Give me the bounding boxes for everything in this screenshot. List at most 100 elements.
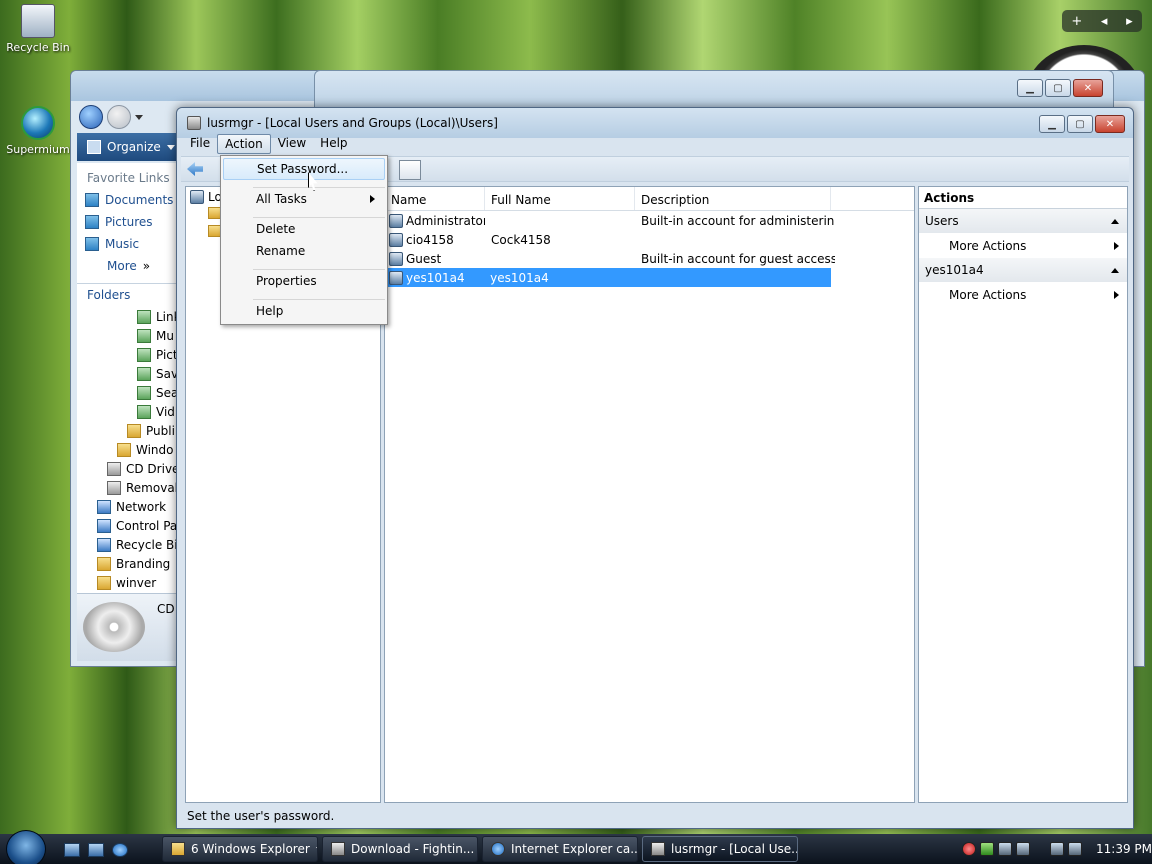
cd-drive-icon (83, 602, 145, 652)
favorite-more[interactable]: More» (77, 255, 179, 277)
page-icon (137, 309, 151, 324)
user-full-name: Cock4158 (491, 232, 551, 247)
column-name[interactable]: Name (385, 187, 485, 210)
folder-icon (127, 423, 141, 438)
details-title: CD (157, 602, 175, 616)
desktop-icon-recycle-bin[interactable]: Recycle Bin (2, 4, 74, 54)
favorite-documents[interactable]: Documents (77, 189, 179, 211)
taskbar-button-download[interactable]: Download - Fightin... (322, 836, 478, 862)
volume-muted-icon[interactable] (1068, 842, 1082, 856)
tray-app-icon[interactable] (1016, 842, 1030, 856)
favorite-pictures[interactable]: Pictures (77, 211, 179, 233)
menu-file[interactable]: File (183, 134, 217, 154)
maximize-button[interactable]: ▢ (1067, 115, 1093, 133)
user-row[interactable]: Guest Built-in account for guest access t… (385, 249, 914, 268)
pictures-icon (85, 215, 99, 229)
actions-group-users[interactable]: Users (919, 209, 1127, 233)
security-alert-icon[interactable] (962, 842, 976, 856)
tree-item[interactable]: Vid (77, 402, 179, 421)
defender-icon[interactable] (980, 842, 994, 856)
menu-help[interactable]: Help (313, 134, 354, 154)
maximize-button[interactable]: ▢ (1045, 79, 1071, 97)
user-row[interactable]: yes101a4 yes101a4 (385, 268, 831, 287)
tree-item-label: Mu (156, 328, 174, 343)
tree-item-label: Branding (116, 556, 171, 571)
menu-item-properties[interactable]: Properties (223, 270, 385, 292)
actions-group-selected-user[interactable]: yes101a4 (919, 258, 1127, 282)
desktop-icon-supermium[interactable]: Supermium (2, 106, 74, 156)
computer-management-icon (651, 842, 665, 856)
window-title: lusrmgr - [Local Users and Groups (Local… (207, 116, 498, 130)
taskbar-button-windows-explorer[interactable]: 6 Windows Explorer (162, 836, 318, 862)
menu-item-help[interactable]: Help (223, 300, 385, 322)
menu-item-all-tasks[interactable]: All Tasks (223, 188, 385, 210)
user-row[interactable]: Administrator Built-in account for admini… (385, 211, 914, 230)
tree-item[interactable]: Branding (77, 554, 179, 573)
tree-item[interactable]: Pict (77, 345, 179, 364)
tree-item[interactable]: CD Drive (77, 459, 179, 478)
chevron-down-icon (166, 144, 175, 150)
taskbar-button-lusrmgr[interactable]: lusrmgr - [Local Use... (642, 836, 798, 862)
tree-item-label: Publi (146, 423, 175, 438)
tree-item[interactable]: Publi (77, 421, 179, 440)
more-actions-selected-user[interactable]: More Actions (919, 282, 1127, 307)
user-name-cell: cio4158 (385, 232, 485, 247)
menu-item-set-password[interactable]: Set Password... (223, 158, 385, 180)
minimize-button[interactable]: ▁ (1017, 79, 1043, 97)
desktop-icon-label: Supermium (6, 143, 70, 156)
net-icon (97, 499, 111, 514)
menu-action[interactable]: Action (217, 134, 271, 154)
menu-view[interactable]: View (271, 134, 313, 154)
menu-item-rename[interactable]: Rename (223, 240, 385, 262)
tree-item[interactable]: Sav (77, 364, 179, 383)
chevron-down-icon[interactable] (135, 114, 143, 120)
internet-explorer-icon[interactable] (112, 843, 128, 857)
tree-item-label: Pict (156, 347, 178, 362)
show-hide-action-pane-button[interactable] (399, 160, 421, 180)
start-button[interactable] (6, 830, 46, 864)
tree-item[interactable]: Mu (77, 326, 179, 345)
user-name: Administrator (406, 213, 485, 228)
show-desktop-icon[interactable] (64, 843, 80, 857)
next-gadget-button[interactable]: ▸ (1126, 14, 1133, 29)
tree-item[interactable]: Link (77, 307, 179, 326)
users-groups-icon (190, 190, 204, 204)
tree-item-label: Vid (156, 404, 175, 419)
forward-button[interactable] (107, 105, 131, 129)
favorite-music[interactable]: Music (77, 233, 179, 255)
menu-item-delete[interactable]: Delete (223, 218, 385, 240)
organize-button[interactable]: Organize (107, 140, 161, 154)
close-button[interactable]: ✕ (1073, 79, 1103, 97)
minimize-button[interactable]: ▁ (1039, 115, 1065, 133)
tree-item[interactable]: winver (77, 573, 179, 592)
tree-item[interactable]: Network (77, 497, 179, 516)
navigation-pane: Favorite Links Documents Pictures Music … (77, 163, 180, 593)
folder-icon (117, 442, 131, 457)
tray-clock[interactable]: 11:39 PM (1096, 842, 1152, 856)
download-icon (331, 842, 345, 856)
network-icon[interactable] (1050, 842, 1064, 856)
column-full-name[interactable]: Full Name (485, 187, 635, 210)
back-button[interactable] (79, 105, 103, 129)
menu-separator (253, 180, 385, 188)
tree-item[interactable]: Recycle Bin (77, 535, 179, 554)
add-gadget-button[interactable]: + (1071, 14, 1082, 29)
tray-app-icon[interactable] (998, 842, 1012, 856)
close-button[interactable]: ✕ (1095, 115, 1125, 133)
tree-item[interactable]: Sea (77, 383, 179, 402)
tree-item[interactable]: Removab (77, 478, 179, 497)
taskbar-button-internet-explorer[interactable]: Internet Explorer ca... (482, 836, 638, 862)
switch-windows-icon[interactable] (88, 843, 104, 857)
user-row[interactable]: cio4158 Cock4158 (385, 230, 914, 249)
column-description[interactable]: Description (635, 187, 831, 210)
more-actions-users[interactable]: More Actions (919, 233, 1127, 258)
user-name: cio4158 (406, 232, 454, 247)
tree-item[interactable]: Control Pa (77, 516, 179, 535)
tree-item[interactable]: Windo (77, 440, 179, 459)
folders-header[interactable]: Folders (77, 283, 179, 307)
explorer-toolbar: Organize (77, 133, 180, 161)
back-arrow-icon[interactable] (187, 162, 203, 176)
previous-gadget-button[interactable]: ◂ (1101, 14, 1108, 29)
user-icon (389, 251, 403, 266)
user-icon (389, 213, 403, 228)
